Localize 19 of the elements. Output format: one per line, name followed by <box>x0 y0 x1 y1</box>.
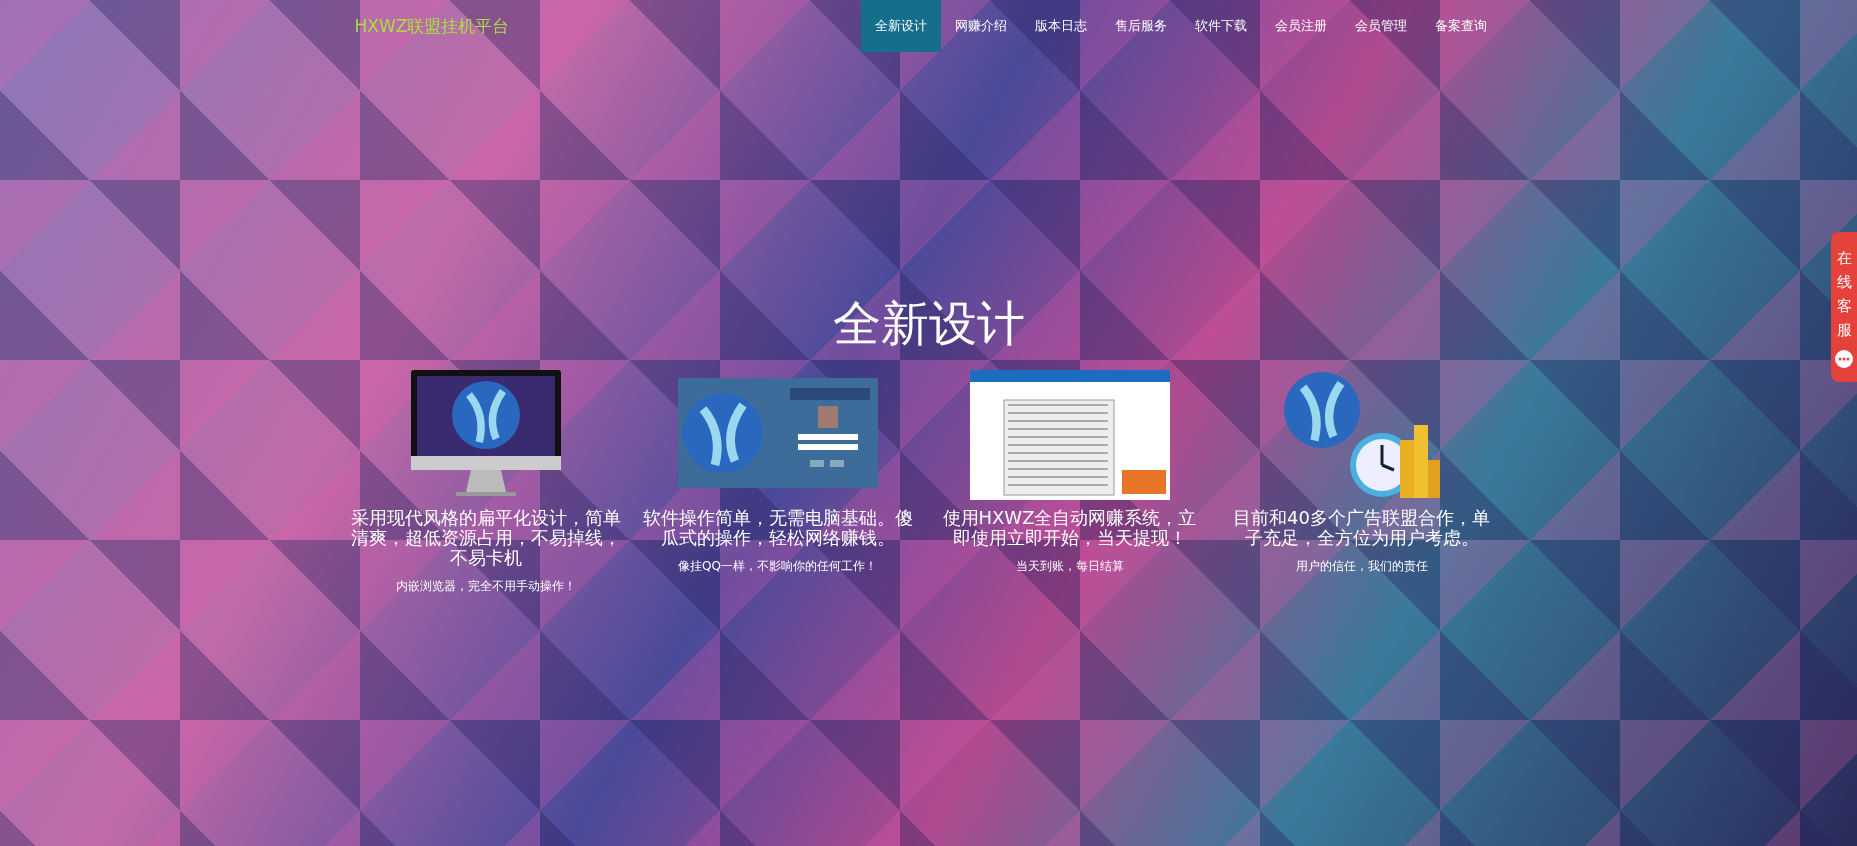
nav-link[interactable]: 网赚介绍 <box>940 0 1021 52</box>
nav-link[interactable]: 软件下载 <box>1180 0 1261 52</box>
feature-caption: 当天到账，每日结算 <box>1015 558 1124 575</box>
nav-link[interactable]: 会员注册 <box>1260 0 1341 52</box>
nav-link[interactable]: 售后服务 <box>1100 0 1181 52</box>
feature-heading: 目前和40多个广告联盟合作，单子充足，全方位为用户考虑。 <box>1232 508 1491 548</box>
nav-link[interactable]: 版本日志 <box>1020 0 1101 52</box>
feature-heading: 软件操作简单，无需电脑基础。傻瓜式的操作，轻松网络赚钱。 <box>642 508 913 548</box>
feature-heading: 采用现代风格的扁平化设计，简单清爽，超低资源占用，不易掉线，不易卡机 <box>350 508 621 568</box>
online-service-tab[interactable]: 在线客服 <box>1831 232 1857 382</box>
chat-bubble-icon <box>1835 350 1853 368</box>
nav-link[interactable]: 全新设计 <box>860 0 941 52</box>
feature-caption: 用户的信任，我们的责任 <box>1295 558 1428 575</box>
feature-heading: 使用HXWZ全自动网赚系统，立即使用立即开始，当天提现！ <box>941 508 1198 548</box>
section-title: 全新设计 <box>832 294 1025 353</box>
nav-link[interactable]: 备案查询 <box>1420 0 1501 52</box>
feature-caption: 像挂QQ一样，不影响你的任何工作！ <box>678 558 877 575</box>
nav-link[interactable]: 会员管理 <box>1340 0 1421 52</box>
feature-caption: 内嵌浏览器，完全不用手动操作！ <box>395 578 576 595</box>
